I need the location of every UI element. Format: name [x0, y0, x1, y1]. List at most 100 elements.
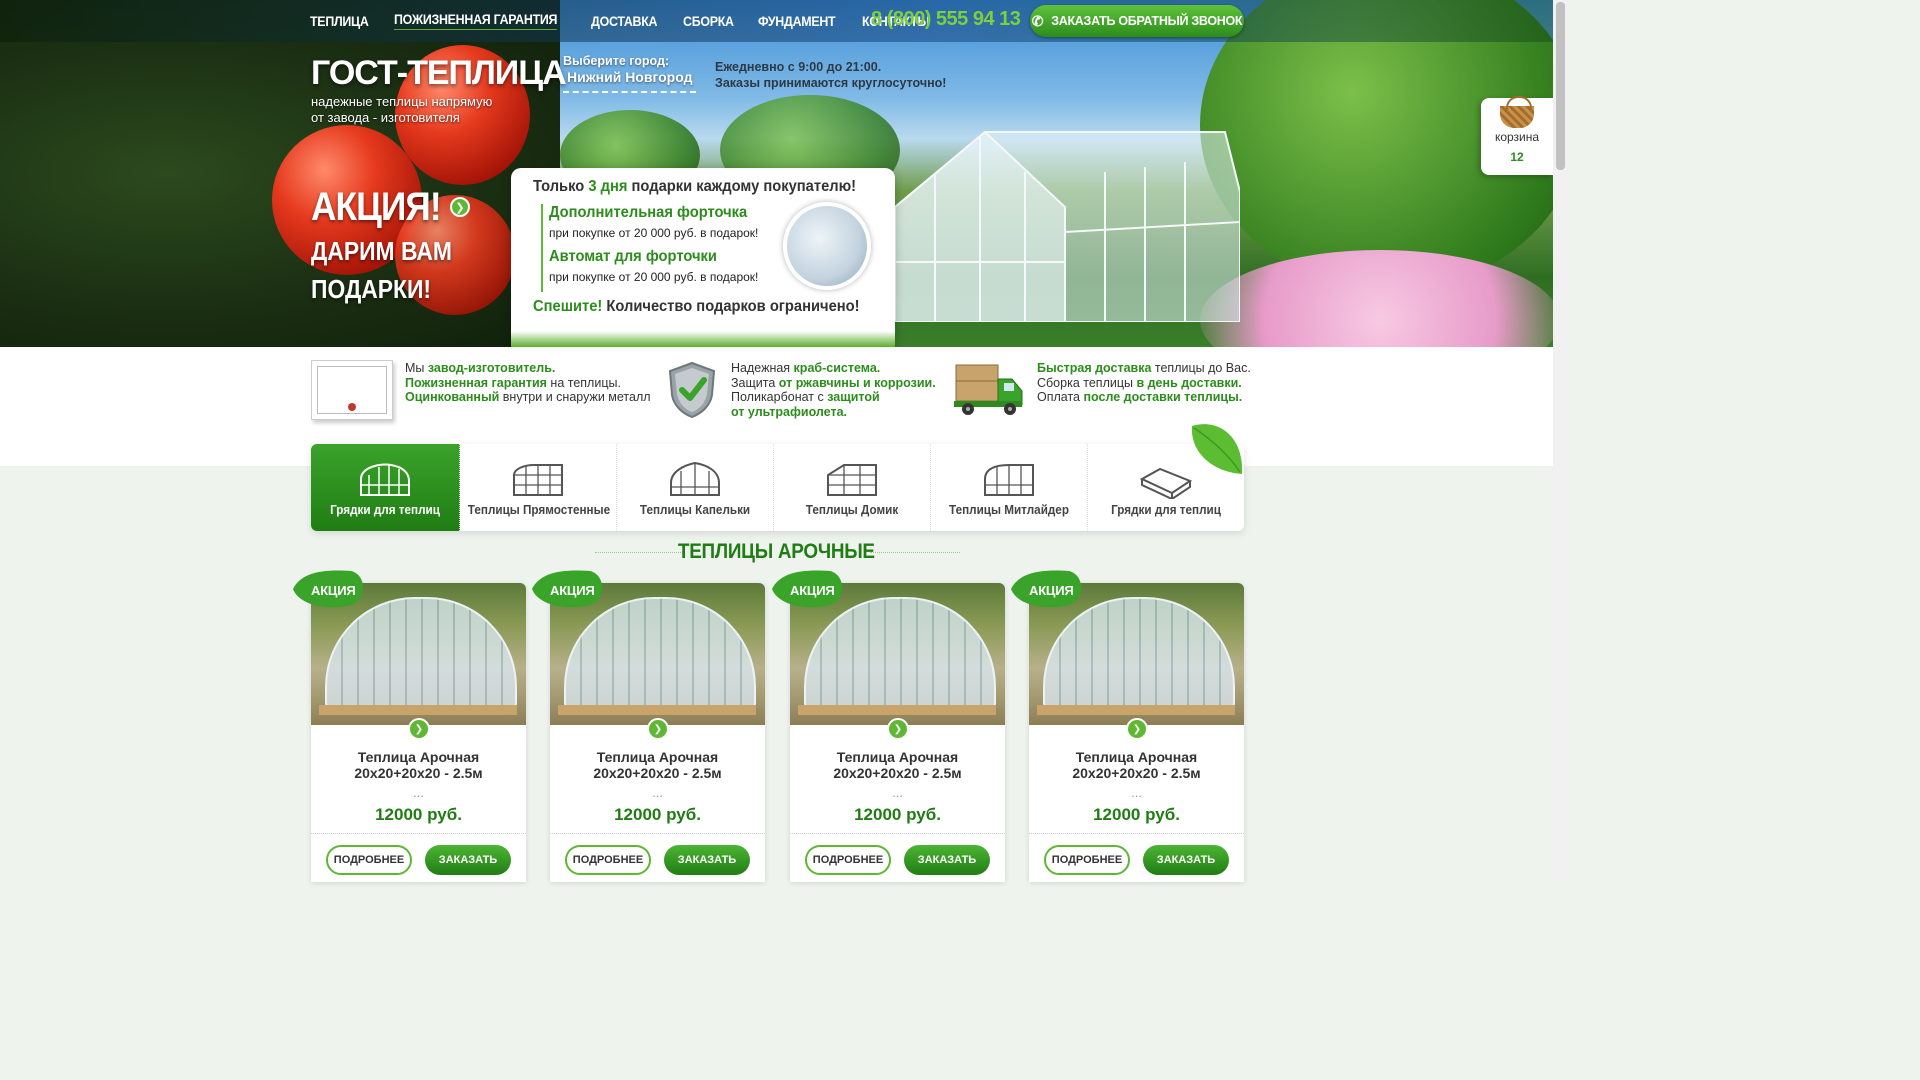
- gift-head-accent: 3 дня: [588, 178, 628, 195]
- gift-head-text: Только: [533, 178, 589, 195]
- product-name[interactable]: Теплица Арочная 20x20+20x20 - 2.5м: [311, 749, 526, 781]
- card-divider: [790, 833, 1005, 834]
- city-label: Выберите город:: [563, 54, 670, 68]
- tagline-line: от завода - изготовителя: [311, 110, 460, 125]
- arch-greenhouse-icon: [360, 463, 410, 496]
- feature-text: Сборка теплицы: [1037, 375, 1137, 390]
- greenhouse-photo-arch: [325, 597, 517, 709]
- drop-greenhouse-icon: [670, 461, 720, 496]
- section-title-text: ТЕПЛИЦЫ АРОЧНЫЕ: [678, 540, 875, 563]
- scrollbar-thumb[interactable]: [1556, 2, 1565, 170]
- chevron-down-icon[interactable]: ❯: [887, 718, 909, 740]
- tab-drop[interactable]: Теплицы Капельки: [617, 444, 774, 531]
- tab-straight-wall[interactable]: Теплицы Прямостенные: [460, 444, 617, 531]
- feature-bold: от ультрафиолета.: [731, 404, 847, 419]
- product-price: 12000 руб.: [854, 805, 941, 824]
- chevron-down-icon[interactable]: ❯: [1126, 718, 1148, 740]
- card-divider: [1029, 833, 1244, 834]
- feature-text: Оплата: [1037, 390, 1084, 404]
- feature-text: внутри и снаружи металл: [499, 390, 651, 404]
- feature-bold: Оцинкованный: [405, 390, 500, 404]
- site-logo[interactable]: ГОСТ-ТЕПЛИЦА: [311, 54, 567, 93]
- feature-factory: Мы завод-изготовитель. Пожизненная гаран…: [405, 361, 651, 405]
- details-button[interactable]: ПОДРОБНЕЕ: [1044, 845, 1130, 875]
- nav-item-assembly[interactable]: СБОРКА: [683, 14, 734, 29]
- product-price: 12000 руб.: [1093, 805, 1180, 824]
- grass-decoration: [511, 331, 895, 347]
- gift-title: Дополнительная форточка: [549, 204, 748, 221]
- feature-text: теплицы до Вас.: [1151, 361, 1251, 375]
- main-nav: ТЕПЛИЦА ПОЖИЗНЕННАЯ ГАРАНТИЯ ДОСТАВКА СБ…: [310, 0, 956, 42]
- product-name[interactable]: Теплица Арочная 20x20+20x20 - 2.5м: [790, 749, 1005, 781]
- greenhouse-photo-arch: [804, 597, 996, 709]
- phone-icon: ✆: [1031, 12, 1044, 29]
- sale-badge: [532, 570, 602, 608]
- chevron-down-icon[interactable]: ❯: [647, 718, 669, 740]
- cart-count: 12: [1510, 150, 1524, 164]
- straight-greenhouse-icon: [513, 464, 563, 496]
- order-button[interactable]: ЗАКАЗАТЬ: [425, 845, 511, 875]
- hours-line: Ежедневно с 9:00 до 21:00.: [715, 60, 882, 74]
- product-card: АКЦИЯ ❯ Теплица Арочная 20x20+20x20 - 2.…: [293, 570, 526, 882]
- chevron-right-icon[interactable]: ❯: [450, 197, 470, 217]
- order-button[interactable]: ЗАКАЗАТЬ: [664, 845, 750, 875]
- delivery-truck-icon: [954, 364, 1023, 415]
- scrollbar[interactable]: [1553, 0, 1568, 882]
- greenhouse-photo-base: [558, 705, 756, 715]
- feature-delivery: Быстрая доставка теплицы до Вас. Сборка …: [1037, 361, 1251, 405]
- sale-badge: [293, 570, 363, 608]
- category-tabs: Грядки для теплиц Теплицы Прямостенные Т…: [311, 444, 1244, 531]
- tab-label: Грядки для теплиц: [1111, 502, 1221, 517]
- chevron-down-icon[interactable]: ❯: [408, 718, 430, 740]
- nav-item-greenhouse[interactable]: ТЕПЛИЦА: [310, 14, 369, 29]
- feature-bold: завод-изготовитель.: [427, 361, 556, 375]
- details-button[interactable]: ПОДРОБНЕЕ: [326, 845, 412, 875]
- product-card: АКЦИЯ ❯ Теплица Арочная 20x20+20x20 - 2.…: [532, 570, 765, 882]
- greenhouse-photo-arch: [564, 597, 756, 709]
- garden-bed-icon: [1139, 467, 1193, 501]
- feature-text: Защита: [731, 375, 779, 390]
- sale-badge: [772, 570, 842, 608]
- section-title: ТЕПЛИЦЫ АРОЧНЫЕ: [0, 540, 1553, 564]
- feature-bold: от ржавчины и коррозии.: [778, 375, 936, 390]
- callback-label: ЗАКАЗАТЬ ОБРАТНЫЙ ЗВОНОК: [1051, 14, 1243, 28]
- details-button[interactable]: ПОДРОБНЕЕ: [805, 845, 891, 875]
- cart-widget[interactable]: корзина 12: [1481, 96, 1553, 175]
- gift-card: Только 3 дня подарки каждому покупателю!…: [511, 168, 895, 347]
- mitlider-greenhouse-icon: [984, 464, 1034, 496]
- feature-text: Мы: [405, 361, 428, 375]
- tab-mitlider[interactable]: Теплицы Митлайдер: [931, 444, 1088, 531]
- gift-foot-accent: Спешите!: [533, 298, 603, 315]
- nav-item-foundation[interactable]: ФУНДАМЕНТ: [758, 14, 836, 29]
- product-dots: ...: [1131, 785, 1142, 800]
- promo-line: ПОДАРКИ!: [311, 274, 432, 304]
- tab-beds[interactable]: Грядки для теплиц: [311, 444, 460, 531]
- feature-bold: защитой: [827, 390, 880, 404]
- tab-house[interactable]: Теплицы Домик: [774, 444, 931, 531]
- product-name[interactable]: Теплица Арочная 20x20+20x20 - 2.5м: [1029, 749, 1244, 781]
- gift-title: Автомат для форточки: [549, 248, 717, 265]
- nav-item-delivery[interactable]: ДОСТАВКА: [591, 14, 658, 29]
- details-button[interactable]: ПОДРОБНЕЕ: [565, 845, 651, 875]
- city-value[interactable]: Нижний Новгород: [563, 68, 697, 93]
- cart-label: корзина: [1494, 130, 1540, 144]
- gift-subtitle: при покупке от 20 000 руб. в подарок!: [549, 270, 759, 284]
- working-hours: Ежедневно с 9:00 до 21:00. Заказы приним…: [715, 59, 946, 91]
- phone-number[interactable]: 8 (800) 555 94 13: [871, 8, 1021, 31]
- tab-label: Теплицы Капельки: [639, 502, 751, 517]
- feature-bold: в день доставки.: [1136, 375, 1242, 390]
- feature-bold: после доставки теплицы.: [1083, 390, 1243, 404]
- product-dots: ...: [652, 785, 663, 800]
- promo-title: АКЦИЯ!: [311, 185, 442, 229]
- tab-label: Грядки для теплиц: [330, 502, 440, 517]
- card-divider: [311, 833, 526, 834]
- greenhouse-photo-base: [319, 705, 517, 715]
- order-button[interactable]: ЗАКАЗАТЬ: [1143, 845, 1229, 875]
- order-button[interactable]: ЗАКАЗАТЬ: [904, 845, 990, 875]
- product-name[interactable]: Теплица Арочная 20x20+20x20 - 2.5м: [550, 749, 765, 781]
- city-selector[interactable]: Выберите город: Нижний Новгород: [563, 54, 697, 93]
- nav-item-warranty[interactable]: ПОЖИЗНЕННАЯ ГАРАНТИЯ: [393, 12, 557, 30]
- callback-button[interactable]: ✆ ЗАКАЗАТЬ ОБРАТНЫЙ ЗВОНОК: [1030, 5, 1244, 37]
- gift-card-foot: Спешите! Количество подарков ограничено!: [533, 298, 860, 316]
- greenhouse-photo-base: [1037, 705, 1235, 715]
